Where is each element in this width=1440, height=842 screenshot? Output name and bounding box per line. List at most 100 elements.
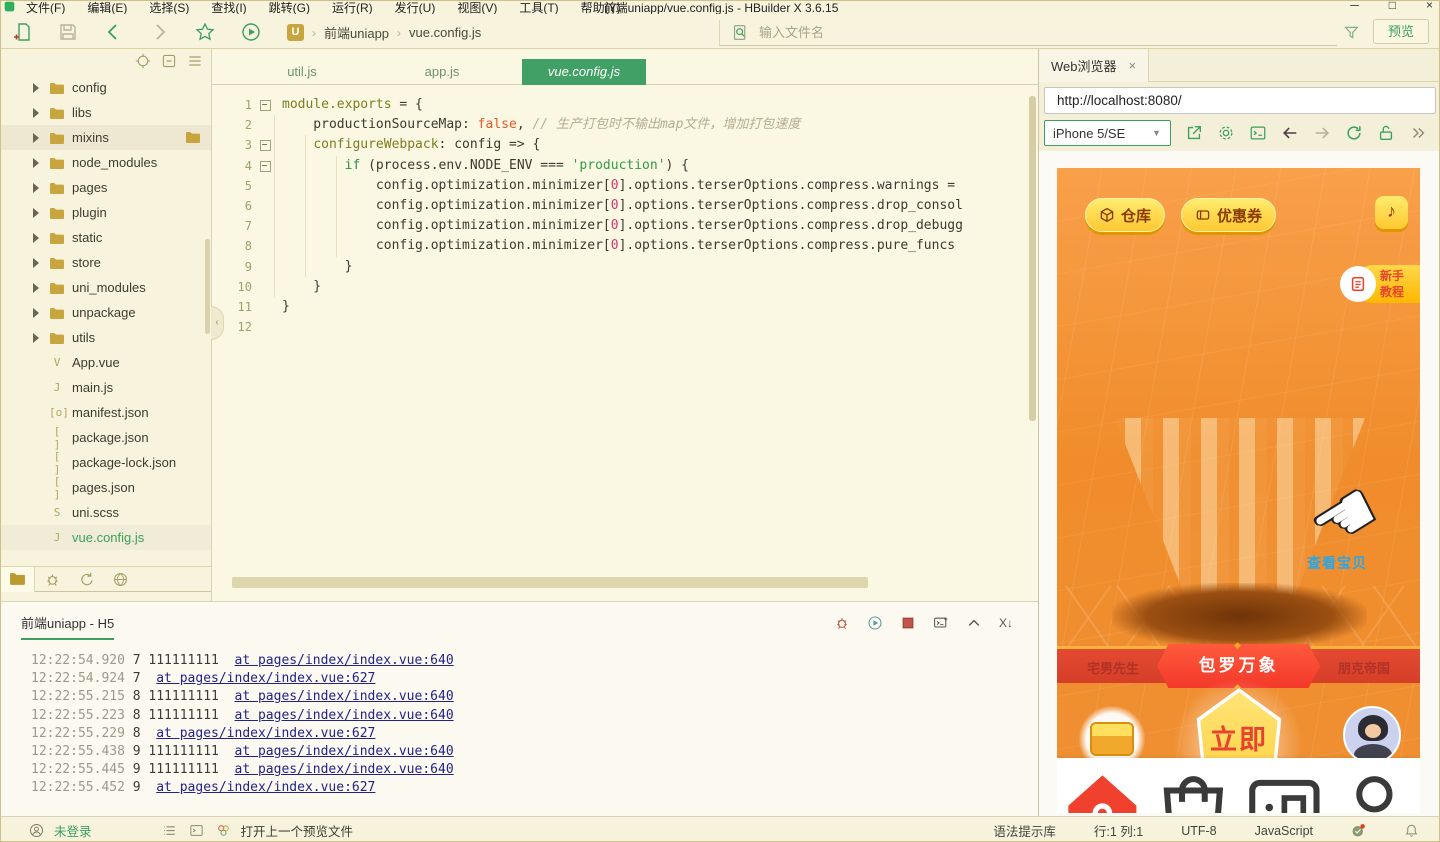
save-icon[interactable] — [58, 22, 78, 42]
status-item[interactable]: 行:1 列:1 — [1094, 821, 1143, 840]
editor-tab-app.js[interactable]: app.js — [392, 59, 492, 85]
locate-icon[interactable] — [135, 53, 151, 69]
source-link[interactable]: at pages/index/index.vue:627 — [156, 780, 375, 795]
stop-icon[interactable] — [900, 615, 916, 631]
tree-folder-config[interactable]: config — [1, 75, 211, 100]
maximize-button[interactable]: □ — [1389, 1, 1396, 12]
new-terminal-icon[interactable] — [933, 615, 949, 631]
browser-tab[interactable]: Web浏览器 × — [1039, 49, 1150, 82]
status-item[interactable]: 语法提示库 — [993, 821, 1056, 840]
chevron-right-icon[interactable] — [31, 282, 41, 293]
fold-marker[interactable] — [258, 135, 274, 155]
coupon-button[interactable]: 优惠券 — [1181, 198, 1277, 232]
tutorial-badge[interactable]: 新手 教程 — [1340, 265, 1420, 303]
treasure-chest-icon[interactable] — [1090, 722, 1134, 756]
chevron-right-icon[interactable] — [31, 157, 41, 168]
console-tab[interactable]: 前端uniapp - H5 — [21, 613, 115, 640]
restart-icon[interactable] — [867, 615, 883, 631]
chevron-right-icon[interactable] — [31, 132, 41, 143]
chevron-right-icon[interactable] — [31, 257, 41, 268]
login-status[interactable]: 未登录 — [54, 821, 92, 840]
tree-folder-mixins[interactable]: mixins — [1, 125, 211, 150]
tree-file-pages.json[interactable]: [ ] pages.json — [1, 475, 211, 501]
palette-icon[interactable] — [216, 823, 231, 838]
explorer-view-tab[interactable] — [1, 566, 35, 592]
more-icon[interactable] — [1409, 124, 1427, 142]
menu-item[interactable]: 运行(R) — [332, 1, 373, 14]
open-last-preview[interactable]: 打开上一个预览文件 — [241, 821, 354, 840]
minimize-button[interactable]: ─ — [1350, 1, 1359, 12]
music-button[interactable]: ♪ — [1375, 196, 1408, 229]
tree-folder-store[interactable]: store — [1, 250, 211, 275]
tree-folder-static[interactable]: static — [1, 225, 211, 250]
menu-item[interactable]: 帮助(Y) — [581, 1, 621, 14]
source-link[interactable]: at pages/index/index.vue:627 — [156, 671, 375, 686]
forward-icon[interactable] — [149, 22, 169, 42]
filter-icon[interactable] — [1343, 24, 1360, 41]
terminal-icon[interactable] — [1249, 124, 1267, 142]
run-icon[interactable] — [241, 22, 261, 42]
breadcrumb-file[interactable]: vue.config.js — [409, 25, 481, 40]
menu-item[interactable]: 查找(I) — [211, 1, 246, 14]
chevron-right-icon[interactable] — [31, 107, 41, 118]
fold-marker[interactable] — [258, 95, 274, 115]
tree-folder-uni_modules[interactable]: uni_modules — [1, 275, 211, 300]
bug-icon[interactable] — [834, 615, 850, 631]
source-link[interactable]: at pages/index/index.vue:640 — [235, 708, 454, 723]
menu-item[interactable]: 文件(F) — [26, 1, 65, 14]
fold-marker[interactable] — [258, 156, 274, 176]
status-item[interactable]: UTF-8 — [1181, 824, 1216, 838]
preview-button[interactable]: 预览 — [1373, 19, 1429, 44]
menu-item[interactable]: 发行(U) — [395, 1, 436, 14]
tree-file-package-lock.json[interactable]: [ ] package-lock.json — [1, 450, 211, 476]
editor-horizontal-scrollbar[interactable] — [232, 577, 868, 588]
close-tab-icon[interactable]: × — [1129, 58, 1137, 73]
sidebar-scrollbar[interactable] — [205, 239, 210, 334]
files-tab-icon[interactable] — [9, 571, 26, 588]
menu-icon[interactable] — [187, 53, 203, 69]
tree-folder-plugin[interactable]: plugin — [1, 200, 211, 225]
chevron-right-icon[interactable] — [31, 207, 41, 218]
debug-icon[interactable] — [44, 571, 61, 588]
terminal-small-icon[interactable] — [189, 823, 204, 838]
tree-folder-utils[interactable]: utils — [1, 325, 211, 350]
open-external-icon[interactable] — [1185, 124, 1203, 142]
source-link[interactable]: at pages/index/index.vue:640 — [235, 762, 454, 777]
nav-item-首页[interactable]: 首页 — [1057, 758, 1148, 813]
bell-icon[interactable] — [1404, 823, 1419, 838]
collapse-panel-icon[interactable] — [966, 615, 982, 631]
star-icon[interactable] — [195, 22, 215, 42]
chevron-right-icon[interactable] — [31, 182, 41, 193]
new-file-icon[interactable] — [13, 22, 33, 42]
tree-file-App.vue[interactable]: V App.vue — [1, 350, 211, 375]
unlock-icon[interactable] — [1377, 124, 1395, 142]
tree-file-manifest.json[interactable]: [o] manifest.json — [1, 400, 211, 425]
avatar[interactable] — [1343, 706, 1401, 764]
source-link[interactable]: at pages/index/index.vue:627 — [156, 726, 375, 741]
device-selector[interactable]: iPhone 5/SE ▼ — [1044, 120, 1171, 146]
explorer-view-tab[interactable] — [69, 567, 103, 592]
chevron-right-icon[interactable] — [31, 82, 41, 93]
source-link[interactable]: at pages/index/index.vue:640 — [235, 653, 454, 668]
editor-tab-vue.config.js[interactable]: vue.config.js — [522, 59, 646, 85]
source-link[interactable]: at pages/index/index.vue:640 — [235, 689, 454, 704]
chevron-right-icon[interactable] — [31, 232, 41, 243]
explorer-view-tab[interactable] — [35, 567, 69, 592]
menu-item[interactable]: 跳转(G) — [269, 1, 310, 14]
warehouse-button[interactable]: 仓库 — [1085, 198, 1166, 232]
sync-icon[interactable] — [78, 571, 95, 588]
url-bar[interactable]: http://localhost:8080/ — [1044, 87, 1436, 114]
tree-file-package.json[interactable]: [ ] package.json — [1, 425, 211, 451]
refresh-icon[interactable] — [1345, 124, 1363, 142]
menu-item[interactable]: 选择(S) — [149, 1, 189, 14]
clear-icon[interactable]: X↓ — [999, 615, 1013, 631]
back-arrow-icon[interactable] — [1281, 124, 1299, 142]
nav-item-盒柜[interactable]: 盒柜 — [1239, 758, 1330, 813]
banner-item-left[interactable]: 宅男先生 — [1057, 658, 1169, 677]
tree-file-uni.scss[interactable]: Suni.scss — [1, 500, 211, 525]
tree-file-vue.config.js[interactable]: Jvue.config.js — [1, 525, 211, 550]
file-search-box[interactable] — [719, 20, 1337, 46]
explorer-view-tab[interactable] — [103, 567, 137, 592]
menu-item[interactable]: 工具(T) — [519, 1, 558, 14]
tree-file-main.js[interactable]: Jmain.js — [1, 375, 211, 400]
